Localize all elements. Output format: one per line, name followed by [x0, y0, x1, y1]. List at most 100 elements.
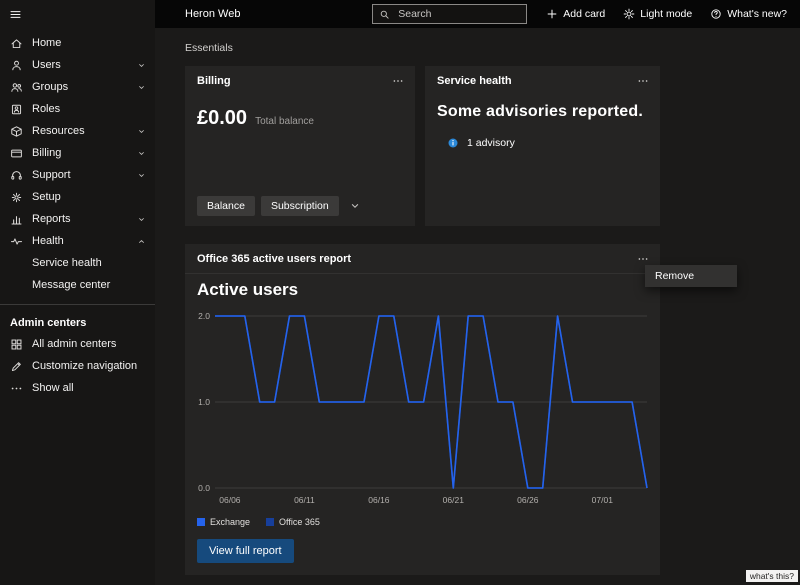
chevron-down-icon [137, 61, 146, 70]
billing-balance-amount: £0.00 [197, 107, 247, 130]
sidebar-nav: Home UsersGroups Roles Resources Billing Supp… [0, 28, 155, 399]
legend-item-exchange[interactable]: Exchange [197, 517, 250, 527]
sidebar-item-support[interactable]: Support [0, 164, 155, 186]
chevron-down-icon [137, 171, 146, 180]
legend-item-office-365[interactable]: Office 365 [266, 517, 320, 527]
action-label: What's new? [727, 8, 787, 20]
card-context-menu: Remove [645, 265, 737, 287]
sidebar-item-setup[interactable]: Setup [0, 186, 155, 208]
sidebar-item-resources[interactable]: Resources [0, 120, 155, 142]
sidebar: Home UsersGroups Roles Resources Billing Supp… [0, 0, 155, 585]
legend-swatch [197, 518, 205, 526]
dashboard-content: Essentials Billing £0.00 Total balance [155, 28, 800, 585]
svg-text:06/21: 06/21 [443, 495, 465, 505]
billing-more-actions-button[interactable] [345, 196, 365, 216]
chevron-down-icon [137, 127, 146, 136]
billing-amount-row: £0.00 Total balance [185, 95, 415, 130]
sidebar-item-customize-navigation[interactable]: Customize navigation [0, 355, 155, 377]
service-health-card-more-button[interactable] [631, 72, 655, 90]
sidebar-item-label: Billing [32, 147, 61, 159]
chevron-up-icon [137, 237, 146, 246]
what-s-new-button[interactable]: What's new? [701, 0, 796, 28]
sidebar-item-label: Service health [32, 257, 102, 269]
chevron-down-icon [137, 149, 146, 158]
more-options-icon [637, 253, 649, 265]
info-icon [447, 137, 459, 149]
search-box[interactable] [372, 4, 527, 24]
sidebar-item-all-admin-centers[interactable]: All admin centers [0, 333, 155, 355]
sidebar-item-label: Support [32, 169, 71, 181]
svg-text:07/01: 07/01 [592, 495, 614, 505]
sidebar-item-users[interactable]: Users [0, 54, 155, 76]
service-health-card-header: Service health [425, 66, 660, 95]
sidebar-divider [0, 304, 155, 305]
subscription-button[interactable]: Subscription [261, 196, 339, 216]
svg-text:1.0: 1.0 [198, 397, 210, 407]
essentials-cards-row: Billing £0.00 Total balance Balance Subs… [185, 66, 800, 226]
sidebar-item-label: Reports [32, 213, 71, 225]
sidebar-item-label: Setup [32, 191, 61, 203]
service-health-card-title: Service health [437, 75, 512, 87]
sidebar-item-roles[interactable]: Roles [0, 98, 155, 120]
billing-balance-caption: Total balance [255, 116, 314, 127]
chevron-down-icon [349, 200, 361, 212]
service-health-headline: Some advisories reported. [425, 95, 660, 121]
sidebar-item-health[interactable]: Health [0, 230, 155, 252]
sidebar-item-service-health[interactable]: Service health [0, 252, 155, 274]
svg-text:06/11: 06/11 [294, 495, 315, 505]
people-icon [10, 81, 23, 94]
svg-text:06/06: 06/06 [219, 495, 241, 505]
dots-icon [10, 382, 23, 395]
app-root: Home UsersGroups Roles Resources Billing Supp… [0, 0, 800, 585]
svg-text:0.0: 0.0 [198, 483, 210, 493]
action-label: Add card [563, 8, 605, 20]
advisory-row[interactable]: 1 advisory [425, 121, 660, 149]
sidebar-item-label: Roles [32, 103, 60, 115]
menu-toggle-button[interactable] [0, 0, 155, 28]
view-full-report-button[interactable]: View full report [197, 539, 294, 563]
sidebar-item-message-center[interactable]: Message center [0, 274, 155, 296]
sidebar-item-show-all[interactable]: Show all [0, 377, 155, 399]
sun-icon [623, 8, 635, 20]
legend-swatch [266, 518, 274, 526]
legend-label: Exchange [210, 517, 250, 527]
sidebar-item-label: Customize navigation [32, 360, 137, 372]
light-mode-button[interactable]: Light mode [614, 0, 701, 28]
add-card-button[interactable]: Add card [537, 0, 614, 28]
sidebar-item-home[interactable]: Home [0, 32, 155, 54]
svg-text:06/26: 06/26 [517, 495, 539, 505]
whats-this-badge[interactable]: what's this? [746, 570, 798, 582]
billing-card-title: Billing [197, 75, 231, 87]
question-icon [710, 8, 722, 20]
chevron-down-icon [137, 83, 146, 92]
chart-legend: Exchange Office 365 [197, 517, 648, 527]
search-icon [379, 9, 390, 20]
remove-menu-item[interactable]: Remove [645, 265, 737, 287]
chevron-down-icon [137, 215, 146, 224]
roles-icon [10, 103, 23, 116]
chart-area: 0.01.02.006/0606/1106/1606/2106/2607/01 [195, 308, 650, 513]
report-card-title: Office 365 active users report [197, 253, 351, 265]
topbar: Heron Web Add cardLight modeWhat's new? [155, 0, 800, 28]
sidebar-item-label: Show all [32, 382, 74, 394]
legend-label: Office 365 [279, 517, 320, 527]
sidebar-item-label: All admin centers [32, 338, 116, 350]
sidebar-item-reports[interactable]: Reports [0, 208, 155, 230]
billing-card-more-button[interactable] [386, 72, 410, 90]
main-area: Heron Web Add cardLight modeWhat's new? … [155, 0, 800, 585]
more-options-icon [392, 75, 404, 87]
search-input[interactable] [396, 7, 520, 21]
balance-button[interactable]: Balance [197, 196, 255, 216]
menu-icon [9, 8, 22, 21]
sidebar-item-billing[interactable]: Billing [0, 142, 155, 164]
more-options-icon [637, 75, 649, 87]
pencil-icon [10, 360, 23, 373]
sidebar-item-label: Resources [32, 125, 85, 137]
sidebar-item-label: Home [32, 37, 61, 49]
sidebar-item-groups[interactable]: Groups [0, 76, 155, 98]
report-card-header: Office 365 active users report [185, 244, 660, 274]
support-icon [10, 169, 23, 182]
active-users-line-chart: 0.01.02.006/0606/1106/1606/2106/2607/01 [195, 308, 650, 508]
home-icon [10, 37, 23, 50]
sidebar-item-label: Message center [32, 279, 110, 291]
